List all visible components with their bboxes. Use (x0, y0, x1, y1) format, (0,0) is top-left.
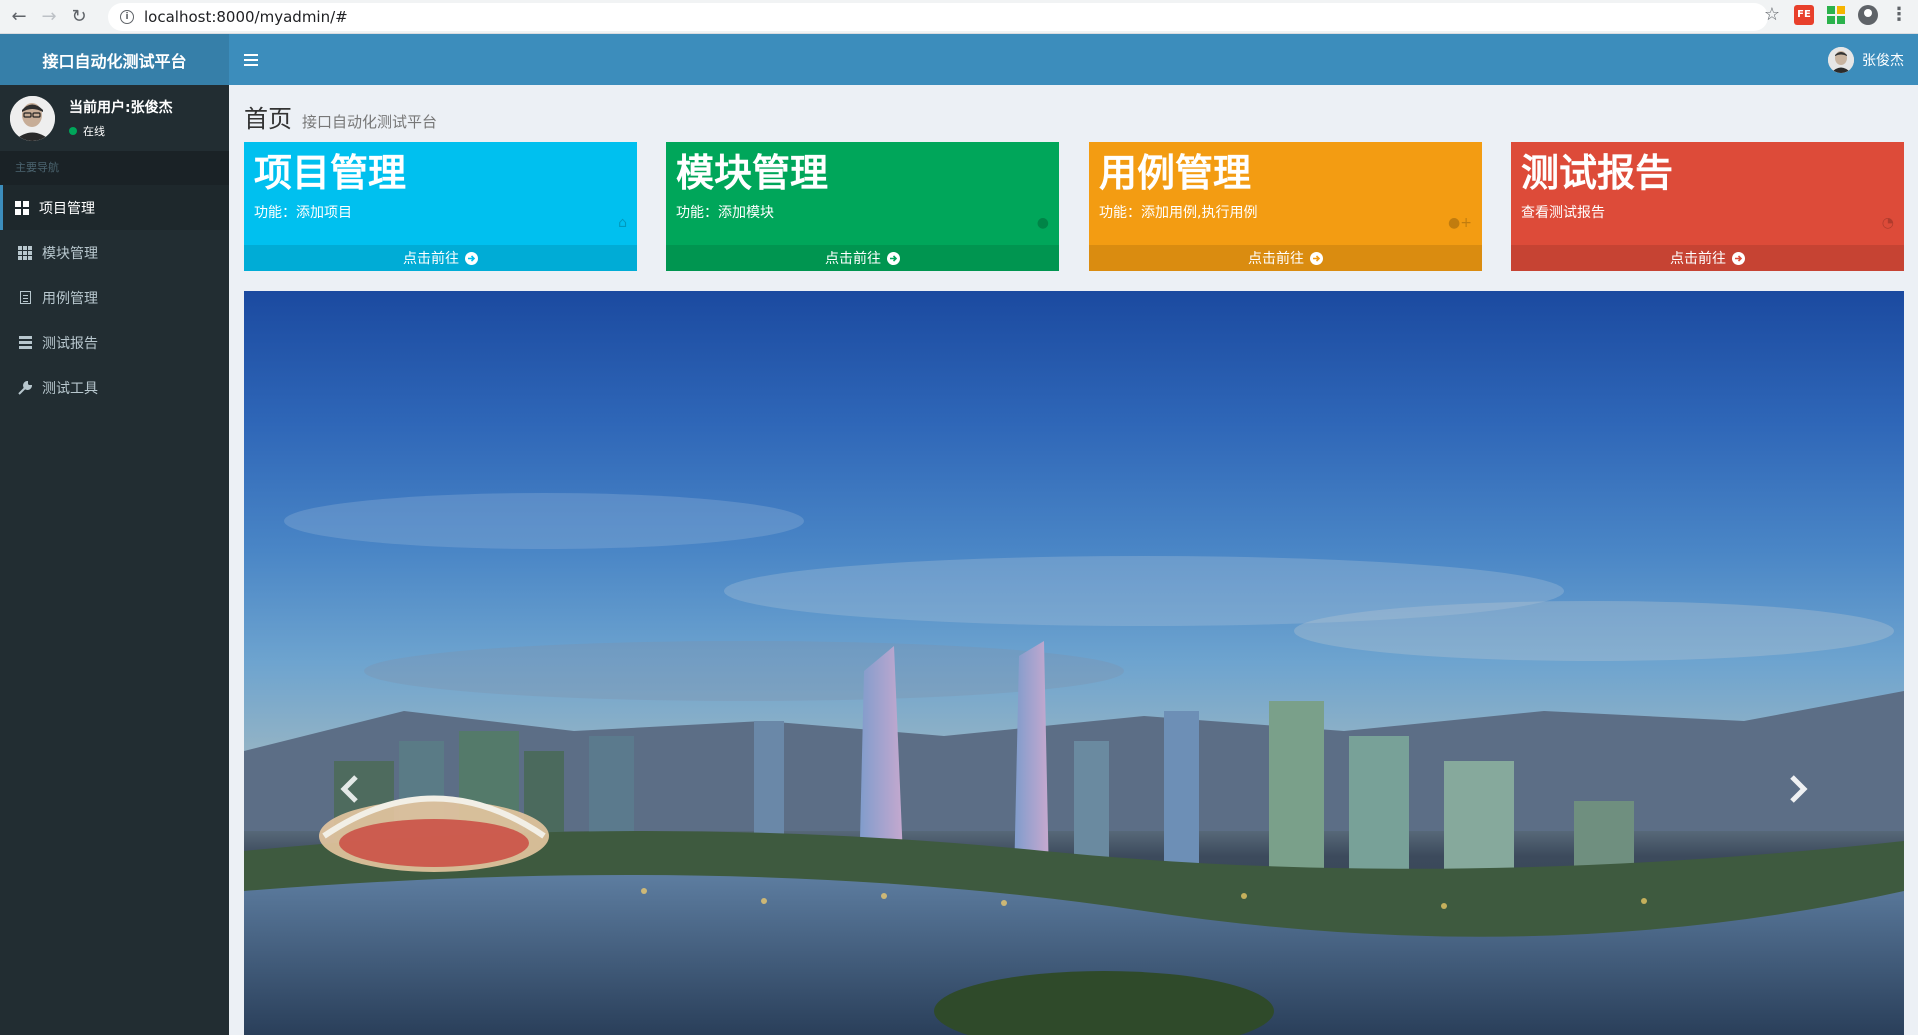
info-boxes: 项目管理 功能：添加项目 ⌂ 点击前往 模块管理 功能：添加模块 ● 点击前往 … (244, 142, 1904, 271)
box-title: 模块管理 (676, 151, 829, 195)
arrow-circle-right-icon (1732, 251, 1745, 265)
box-description: 功能：添加模块 (676, 205, 774, 221)
sidebar-item-test-report[interactable]: 测试报告 (0, 320, 229, 365)
forward-icon[interactable]: → (34, 2, 64, 32)
carousel-next-button[interactable] (1778, 769, 1818, 809)
arrow-circle-right-icon (887, 251, 900, 265)
box-project-management: 项目管理 功能：添加项目 ⌂ 点击前往 (244, 142, 637, 271)
sidebar-item-label: 用例管理 (42, 290, 98, 307)
dashboard-icon (15, 200, 29, 215)
user-panel: 当前用户:张俊杰 在线 (0, 85, 229, 151)
wrench-icon (18, 380, 32, 395)
box-title: 测试报告 (1521, 151, 1674, 195)
sidebar: 当前用户:张俊杰 在线 主要导航 项目管理 模块管理 用例管理 测试报告 测试工… (0, 85, 229, 1035)
city-skyline-image (244, 493, 1904, 1035)
chevron-left-icon (340, 775, 358, 803)
arrow-circle-right-icon (1310, 251, 1323, 265)
box-footer-label: 点击前往 (1248, 251, 1304, 267)
pie-chart-icon: ◔ (1881, 215, 1894, 231)
sidebar-item-module-management[interactable]: 模块管理 (0, 230, 229, 275)
page-title: 首页 (244, 105, 292, 133)
info-icon[interactable]: i (120, 10, 134, 24)
box-footer-link[interactable]: 点击前往 (244, 245, 637, 271)
bookmark-star-icon[interactable]: ☆ (1762, 4, 1782, 25)
logo[interactable]: 接口自动化测试平台 (0, 34, 229, 85)
sidebar-item-label: 项目管理 (39, 200, 95, 217)
sidebar-toggle-button[interactable] (229, 34, 273, 85)
status-text: 在线 (83, 125, 105, 138)
address-bar[interactable]: i localhost:8000/myadmin/# (108, 3, 1768, 31)
sidebar-item-project-management[interactable]: 项目管理 (0, 185, 229, 230)
box-case-management: 用例管理 功能：添加用例,执行用例 ●+ 点击前往 (1089, 142, 1482, 271)
carousel-prev-button[interactable] (330, 769, 370, 809)
box-description: 功能：添加用例,执行用例 (1099, 205, 1258, 221)
grid-extension-icon[interactable] (1826, 5, 1846, 25)
sidebar-section-header: 主要导航 (0, 151, 229, 185)
sidebar-item-case-management[interactable]: 用例管理 (0, 275, 229, 320)
sidebar-item-test-tools[interactable]: 测试工具 (0, 365, 229, 410)
page-subtitle: 接口自动化测试平台 (302, 113, 438, 131)
content-wrapper: 首页 接口自动化测试平台 项目管理 功能：添加项目 ⌂ 点击前往 模块管理 功能… (229, 85, 1918, 1035)
avatar (1828, 46, 1854, 73)
list-alt-icon (18, 291, 32, 305)
box-footer-label: 点击前往 (1670, 251, 1726, 267)
box-footer-link[interactable]: 点击前往 (1089, 245, 1482, 271)
box-title: 项目管理 (254, 151, 407, 195)
main-header: 接口自动化测试平台 张俊杰 (0, 34, 1918, 85)
list-icon (18, 336, 32, 350)
box-footer-label: 点击前往 (825, 251, 881, 267)
avatar (10, 95, 55, 141)
user-icon: ● (1036, 215, 1049, 231)
home-icon: ⌂ (618, 215, 627, 231)
th-icon (18, 245, 32, 260)
reload-icon[interactable]: ↻ (64, 2, 94, 32)
box-description: 功能：添加项目 (254, 205, 352, 221)
fe-extension-icon[interactable]: FE (1794, 4, 1814, 25)
menu-kebab-icon[interactable]: ⋮ (1890, 4, 1908, 25)
content-header: 首页 接口自动化测试平台 (244, 99, 437, 134)
header-user-name[interactable]: 张俊杰 (1862, 50, 1904, 70)
chevron-right-icon (1790, 775, 1808, 803)
sidebar-item-label: 测试工具 (42, 380, 98, 397)
box-description: 查看测试报告 (1521, 205, 1605, 221)
sidebar-item-label: 模块管理 (42, 245, 98, 262)
online-status[interactable]: 在线 (69, 123, 173, 139)
user-menu[interactable]: 张俊杰 (1828, 34, 1904, 85)
hamburger-icon (244, 53, 258, 66)
image-carousel (244, 291, 1904, 1035)
box-footer-link[interactable]: 点击前往 (666, 245, 1059, 271)
box-footer-link[interactable]: 点击前往 (1511, 245, 1904, 271)
arrow-circle-right-icon (465, 251, 478, 265)
sidebar-item-label: 测试报告 (42, 335, 98, 352)
browser-toolbar: ← → ↻ i localhost:8000/myadmin/# ☆ FE ⋮ (0, 0, 1918, 34)
user-plus-icon: ●+ (1448, 215, 1472, 231)
box-module-management: 模块管理 功能：添加模块 ● 点击前往 (666, 142, 1059, 271)
current-user-label: 当前用户:张俊杰 (69, 100, 173, 116)
url-text[interactable]: localhost:8000/myadmin/# (144, 8, 348, 26)
profile-icon[interactable] (1858, 4, 1878, 25)
box-test-report: 测试报告 查看测试报告 ◔ 点击前往 (1511, 142, 1904, 271)
status-dot-icon (69, 127, 77, 135)
back-icon[interactable]: ← (4, 2, 34, 32)
box-footer-label: 点击前往 (403, 251, 459, 267)
box-title: 用例管理 (1099, 151, 1252, 195)
